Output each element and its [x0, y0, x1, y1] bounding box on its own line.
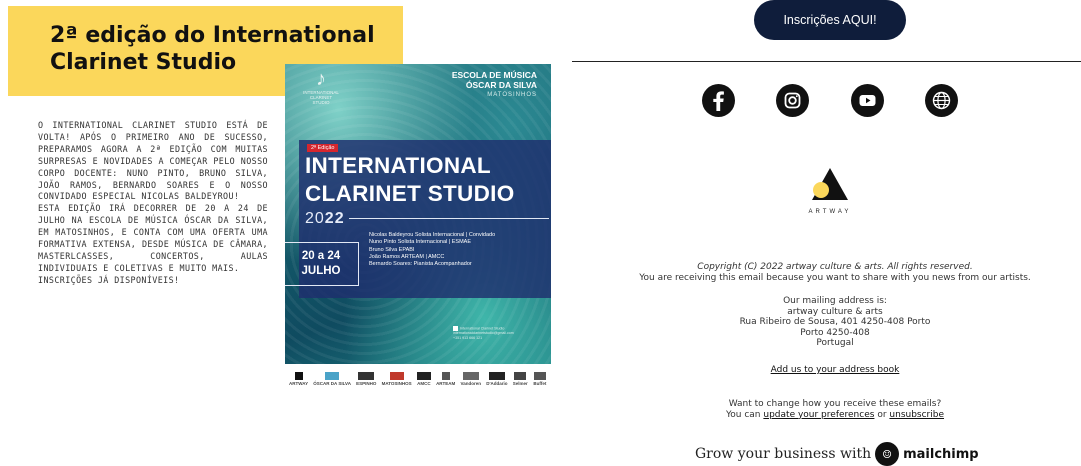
poster-year-suffix: 22 [324, 210, 345, 227]
sponsor-logo: MATOSINHOS [382, 372, 412, 386]
poster-contact-line-3: +351 913 666 121 [453, 335, 483, 340]
event-poster: ♪ INTERNATIONAL CLARINET STUDIO ESCOLA D… [285, 64, 551, 364]
mailing-address-block: Our mailing address is: artway culture &… [600, 296, 1070, 349]
facebook-icon [713, 91, 724, 111]
mailchimp-wordmark: mailchimp [903, 446, 979, 462]
poster-cast-item: Bernardo Soares: Pianista Acompanhador [369, 261, 472, 268]
poster-school-line-2: ÓSCAR DA SILVA [465, 80, 537, 90]
mailing-address-label: Our mailing address is: [783, 296, 887, 306]
poster-clarinet-logo: ♪ INTERNATIONAL CLARINET STUDIO [301, 68, 341, 108]
poster-school-name: ESCOLA DE MÚSICA ÓSCAR DA SILVA MATOSINH… [427, 70, 537, 100]
poster-school-line-1: ESCOLA DE MÚSICA [451, 70, 537, 80]
poster-rule [349, 218, 549, 219]
sponsor-logo: Vandoren [461, 372, 481, 386]
poster-year-prefix: 20 [305, 210, 325, 227]
mailchimp-referral[interactable]: Grow your business with ☺ mailchimp [695, 442, 995, 466]
receiving-reason-text: You are receiving this email because you… [639, 272, 1031, 283]
poster-cast-list: Nicolas Baldeyrou Solista Internacional … [369, 232, 549, 268]
instagram-link[interactable] [776, 84, 809, 117]
mailing-country: Portugal [816, 338, 854, 349]
page-title-line-2: Clarinet Studio [50, 50, 237, 75]
poster-logo-text: INTERNATIONAL CLARINET STUDIO [303, 90, 339, 105]
instagram-icon [784, 92, 801, 109]
poster-school-city: MATOSINHOS [487, 92, 537, 98]
mailing-org: artway culture & arts [787, 306, 883, 317]
sponsor-logo: ÓSCAR DA SILVA [313, 372, 351, 386]
sponsor-logo: D'Addario [486, 372, 508, 386]
mailchimp-icon: ☺ [875, 442, 900, 466]
change-preferences-question: Want to change how you receive these ema… [728, 399, 942, 409]
address-book-block: Add us to your address book [600, 365, 1070, 376]
grow-business-text: Grow your business with [695, 446, 872, 462]
or-text: or [877, 409, 887, 420]
footer-copyright-block: Copyright (C) 2022 artway culture & arts… [600, 262, 1070, 283]
poster-title: INTERNATIONAL CLARINET STUDIO [305, 152, 545, 208]
poster-contact-line-1: International Clarinet Studio [460, 326, 505, 331]
artway-wordmark: ARTWAY [808, 209, 852, 215]
you-can-text: You can [725, 409, 761, 420]
sponsor-logo: Buffet [533, 372, 547, 386]
youtube-link[interactable] [851, 84, 884, 117]
artway-logo: ARTWAY [800, 166, 860, 218]
website-link[interactable] [925, 84, 958, 117]
facebook-link[interactable] [702, 84, 735, 117]
sponsor-logo: ARTEAM [436, 372, 455, 386]
sponsor-logo: Selmer [513, 372, 528, 386]
poster-cast-item: Nuno Pinto Solista Internacional | ESMAE [369, 239, 472, 246]
sponsor-logos: ARTWAY ÓSCAR DA SILVA ESPINHO MATOSINHOS… [285, 368, 551, 390]
youtube-icon [859, 95, 876, 106]
announcement-paragraph-3: INSCRIÇÕES JÁ DISPONÍVEIS! [38, 274, 180, 285]
poster-title-line-2: CLARINET STUDIO [305, 181, 515, 206]
announcement-paragraph-2: ESTA EDIÇÃO IRÁ DECORRER DE 20 A 24 DE J… [38, 203, 268, 273]
poster-cast-item: Nicolas Baldeyrou Solista Internacional … [369, 232, 496, 238]
sponsor-logo: ARTWAY [289, 372, 308, 386]
poster-contact: International Clarinet Studio internatio… [453, 326, 543, 340]
unsubscribe-link[interactable]: unsubscribe [889, 410, 944, 420]
add-to-address-book-link[interactable]: Add us to your address book [771, 365, 900, 375]
sponsor-logo: ESPINHO [356, 372, 376, 386]
poster-dates-line-2: JULHO [301, 265, 341, 277]
poster-dates-line-1: 20 a 24 [301, 250, 341, 262]
announcement-paragraph-1: O INTERNATIONAL CLARINET STUDIO ESTÁ DE … [38, 120, 268, 202]
section-divider [572, 61, 1081, 62]
clarinet-logo-icon: ♪ [316, 68, 326, 90]
announcement-text: O INTERNATIONAL CLARINET STUDIO ESTÁ DE … [38, 120, 268, 287]
globe-icon [932, 91, 951, 110]
poster-cast-item: João Ramos ARTEAM | AMCC [369, 253, 445, 260]
registration-button[interactable]: Inscrições AQUI! [754, 0, 906, 40]
poster-year: 2022 [305, 210, 345, 228]
poster-dates: 20 a 24 JULHO [285, 242, 359, 286]
poster-cast-item: Bruno Silva EPABI [369, 246, 415, 253]
copyright-text: Copyright (C) 2022 artway culture & arts… [697, 262, 973, 272]
update-preferences-link[interactable]: update your preferences [763, 410, 874, 420]
sponsor-logo: AMCC [416, 372, 431, 386]
mailing-city: Porto 4250-408 [800, 327, 870, 338]
mailing-street: Rua Ribeiro de Sousa, 401 4250-408 Porto [739, 317, 931, 328]
page-title-line-1: 2ª edição do International [50, 23, 375, 48]
poster-edition-badge: 2ª Edição [307, 144, 339, 152]
poster-title-line-1: INTERNATIONAL [305, 153, 491, 178]
artway-mark-icon [812, 168, 848, 200]
preferences-block: Want to change how you receive these ema… [600, 399, 1070, 420]
